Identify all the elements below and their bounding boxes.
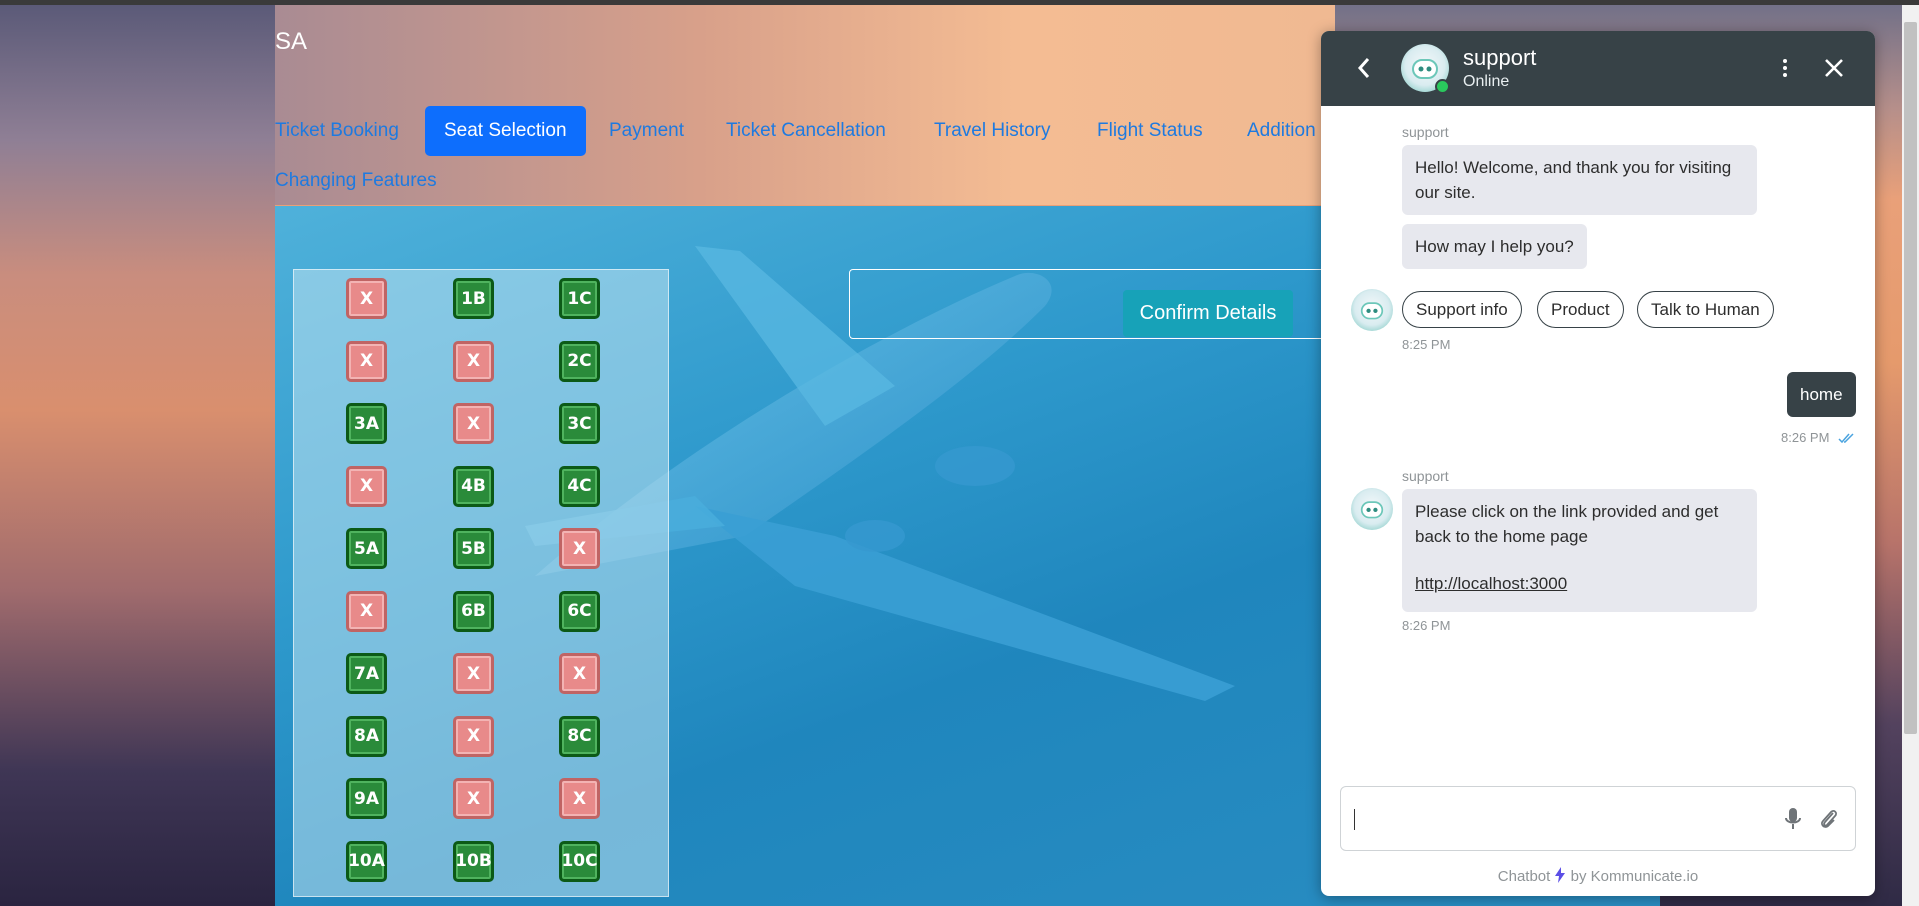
seat-4b[interactable]: 4B (453, 465, 494, 507)
seat-2c[interactable]: 2C (559, 340, 600, 382)
nav-seat-selection[interactable]: Seat Selection (425, 106, 586, 156)
nav-travel-history[interactable]: Travel History (934, 106, 1050, 156)
robot-icon (1360, 302, 1384, 320)
close-icon[interactable] (1819, 53, 1849, 83)
seat-5c[interactable]: X (559, 528, 600, 569)
footer-kommunicate-link[interactable]: by Kommunicate.io (1571, 868, 1699, 885)
seat-3a[interactable]: 3A (346, 403, 387, 444)
nav-ticket-booking[interactable]: Ticket Booking (275, 106, 399, 156)
chat-input[interactable] (1340, 786, 1856, 851)
nav-ticket-cancellation[interactable]: Ticket Cancellation (726, 106, 886, 156)
user-message: home (1787, 372, 1856, 417)
microphone-icon[interactable] (1785, 807, 1801, 831)
home-link[interactable]: http://localhost:3000 (1415, 571, 1744, 596)
lightning-icon (1555, 867, 1566, 883)
nav-flight-status[interactable]: Flight Status (1097, 106, 1203, 156)
seat-1c[interactable]: 1C (559, 278, 600, 319)
bot-message-help: How may I help you? (1402, 224, 1587, 269)
seat-1b[interactable]: 1B (453, 278, 494, 319)
seat-10c[interactable]: 10C (559, 840, 600, 882)
bot-avatar-small (1351, 488, 1393, 530)
chat-agent-name: support (1463, 45, 1537, 70)
bot-message-welcome: Hello! Welcome, and thank you for visiti… (1402, 145, 1757, 215)
quick-reply-talk-to-human[interactable]: Talk to Human (1637, 291, 1774, 328)
brand-logo-text[interactable]: SA (275, 28, 307, 56)
message-sender: support (1402, 468, 1449, 484)
message-timestamp: 8:25 PM (1402, 337, 1451, 352)
seat-9b[interactable]: X (453, 778, 494, 819)
bot-avatar-small (1351, 289, 1393, 331)
nav-addition[interactable]: Addition (1247, 106, 1316, 156)
seat-6c[interactable]: 6C (559, 590, 600, 632)
quick-reply-product[interactable]: Product (1537, 291, 1624, 328)
text-cursor (1354, 809, 1355, 830)
footer-chatbot: Chatbot (1497, 868, 1551, 885)
bot-message-text: Please click on the link provided and ge… (1415, 502, 1719, 546)
seat-9a[interactable]: 9A (346, 778, 387, 819)
seat-7c[interactable]: X (559, 653, 600, 694)
seat-7a[interactable]: 7A (346, 653, 387, 694)
seat-3c[interactable]: 3C (559, 403, 600, 444)
seat-8a[interactable]: 8A (346, 715, 387, 757)
confirm-details-button[interactable]: Confirm Details (1123, 290, 1293, 337)
seat-5a[interactable]: 5A (346, 528, 387, 569)
seat-5b[interactable]: 5B (453, 528, 494, 569)
nav-changing-features[interactable]: Changing Features (275, 156, 437, 206)
seat-2b[interactable]: X (453, 340, 494, 382)
seat-4a[interactable]: X (346, 465, 387, 507)
seat-7b[interactable]: X (453, 653, 494, 694)
seat-8c[interactable]: 8C (559, 715, 600, 757)
seat-9c[interactable]: X (559, 778, 600, 819)
seat-10b[interactable]: 10B (453, 840, 494, 882)
background-sky (0, 5, 275, 906)
chat-widget: support Online support Hello! Welcome, a… (1321, 31, 1875, 896)
message-timestamp: 8:26 PM (1781, 430, 1830, 445)
message-timestamp: 8:26 PM (1402, 618, 1451, 633)
chat-agent-status: Online (1463, 73, 1510, 90)
seat-2a[interactable]: X (346, 340, 387, 382)
chat-footer: Chatbot by Kommunicate.io (1321, 867, 1875, 885)
seat-6b[interactable]: 6B (453, 590, 494, 632)
seat-3b[interactable]: X (453, 403, 494, 444)
online-status-dot (1435, 79, 1450, 94)
nav-payment[interactable]: Payment (609, 106, 684, 156)
robot-icon (1360, 501, 1384, 519)
bot-message-link: Please click on the link provided and ge… (1402, 489, 1757, 612)
quick-reply-support-info[interactable]: Support info (1402, 291, 1522, 328)
seat-6a[interactable]: X (346, 590, 387, 632)
seat-8b[interactable]: X (453, 715, 494, 757)
seat-10a[interactable]: 10A (346, 840, 387, 882)
more-options-icon[interactable] (1775, 53, 1795, 83)
message-sender: support (1402, 124, 1449, 140)
seat-1a[interactable]: X (346, 278, 387, 319)
seat-4c[interactable]: 4C (559, 465, 600, 507)
page-scrollbar-thumb[interactable] (1904, 22, 1917, 734)
read-receipt-icon (1838, 433, 1854, 444)
back-arrow-icon[interactable] (1349, 53, 1379, 83)
chat-header: support Online (1321, 31, 1875, 106)
attachment-icon[interactable] (1819, 808, 1839, 830)
robot-icon (1412, 59, 1438, 79)
